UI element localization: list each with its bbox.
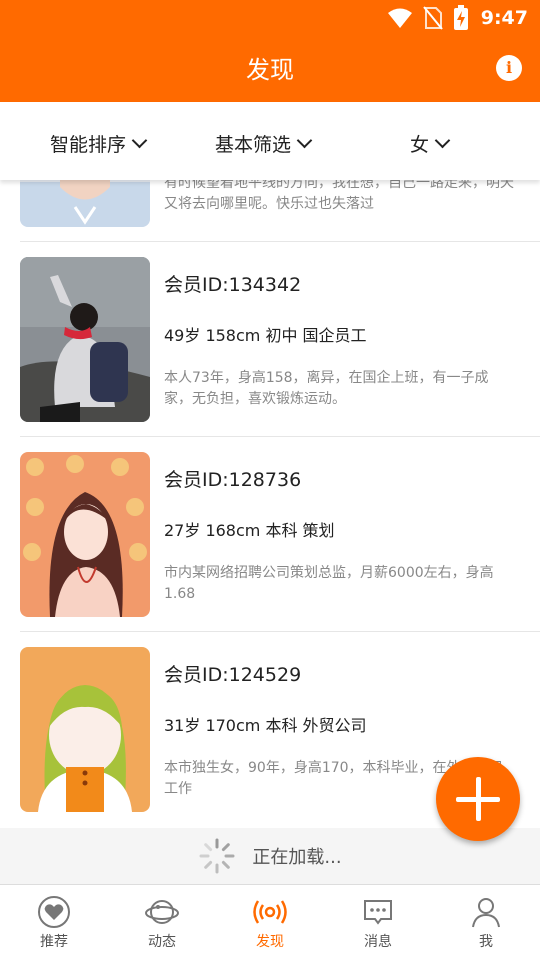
member-info: 27岁 168cm 本科 策划 bbox=[164, 521, 335, 540]
battery-charging-icon bbox=[453, 5, 468, 30]
person-icon bbox=[472, 898, 500, 928]
spinner-icon bbox=[199, 838, 235, 874]
tab-label: 动态 bbox=[148, 934, 176, 950]
tab-label: 消息 bbox=[364, 934, 392, 950]
member-id: 会员ID:128736 bbox=[164, 469, 302, 491]
member-list[interactable]: 有时候望着地平线的方向，我在想，自己一路走来，明天又将去向哪里呢。快乐过也失落过… bbox=[0, 180, 540, 828]
heart-icon bbox=[38, 896, 70, 928]
filter-basic[interactable]: 基本筛选 bbox=[215, 130, 313, 157]
tab-recommend[interactable]: 推荐 bbox=[0, 885, 108, 960]
add-button[interactable] bbox=[436, 757, 520, 841]
filter-bar: 智能排序 基本筛选 女 bbox=[0, 102, 540, 180]
chevron-down-icon bbox=[296, 132, 313, 148]
member-card[interactable]: 有时候望着地平线的方向，我在想，自己一路走来，明天又将去向哪里呢。快乐过也失落过 bbox=[20, 180, 540, 242]
status-bar: 9:47 bbox=[387, 4, 528, 32]
bottom-tab-bar: 推荐 动态 发现 消息 我 bbox=[0, 884, 540, 960]
member-id: 会员ID:134342 bbox=[164, 274, 302, 296]
wifi-icon bbox=[387, 8, 412, 28]
broadcast-icon bbox=[253, 900, 287, 924]
filter-sort[interactable]: 智能排序 bbox=[50, 130, 148, 157]
member-description: 有时候望着地平线的方向，我在想，自己一路走来，明天又将去向哪里呢。快乐过也失落过 bbox=[164, 180, 514, 212]
tab-label: 我 bbox=[479, 934, 493, 950]
member-description: 市内某网络招聘公司策划总监，月薪6000左右，身高1.68 bbox=[164, 565, 494, 602]
tab-label: 发现 bbox=[256, 934, 284, 950]
message-icon bbox=[364, 900, 392, 925]
info-icon[interactable]: i bbox=[496, 55, 522, 81]
tab-me[interactable]: 我 bbox=[432, 885, 540, 960]
loading-text: 正在加载... bbox=[252, 847, 342, 868]
status-time: 9:47 bbox=[480, 7, 528, 29]
filter-sort-label: 智能排序 bbox=[50, 134, 127, 156]
filter-basic-label: 基本筛选 bbox=[215, 134, 292, 156]
member-info: 49岁 158cm 初中 国企员工 bbox=[164, 326, 367, 345]
member-info: 31岁 170cm 本科 外贸公司 bbox=[164, 716, 367, 735]
app-header: 9:47 发现 i bbox=[0, 0, 540, 102]
member-photo bbox=[20, 180, 150, 227]
member-description: 本人73年，身高158，离异，在国企上班，有一子成家，无负担，喜欢锻炼运动。 bbox=[164, 370, 489, 407]
tab-moments[interactable]: 动态 bbox=[108, 885, 216, 960]
chevron-down-icon bbox=[434, 132, 451, 148]
member-photo bbox=[20, 452, 150, 617]
filter-gender[interactable]: 女 bbox=[410, 130, 451, 157]
planet-icon bbox=[145, 900, 179, 924]
tab-label: 推荐 bbox=[40, 934, 68, 950]
no-sim-icon bbox=[422, 6, 443, 30]
chevron-down-icon bbox=[131, 132, 148, 148]
member-id: 会员ID:124529 bbox=[164, 664, 302, 686]
tab-messages[interactable]: 消息 bbox=[324, 885, 432, 960]
member-card[interactable]: 会员ID:134342 49岁 158cm 初中 国企员工 本人73年，身高15… bbox=[20, 242, 540, 437]
member-photo bbox=[20, 647, 150, 812]
tab-discover[interactable]: 发现 bbox=[216, 885, 324, 960]
member-card[interactable]: 会员ID:128736 27岁 168cm 本科 策划 市内某网络招聘公司策划总… bbox=[20, 437, 540, 632]
filter-gender-label: 女 bbox=[410, 134, 430, 156]
member-photo bbox=[20, 257, 150, 422]
page-title: 发现 bbox=[246, 56, 294, 84]
